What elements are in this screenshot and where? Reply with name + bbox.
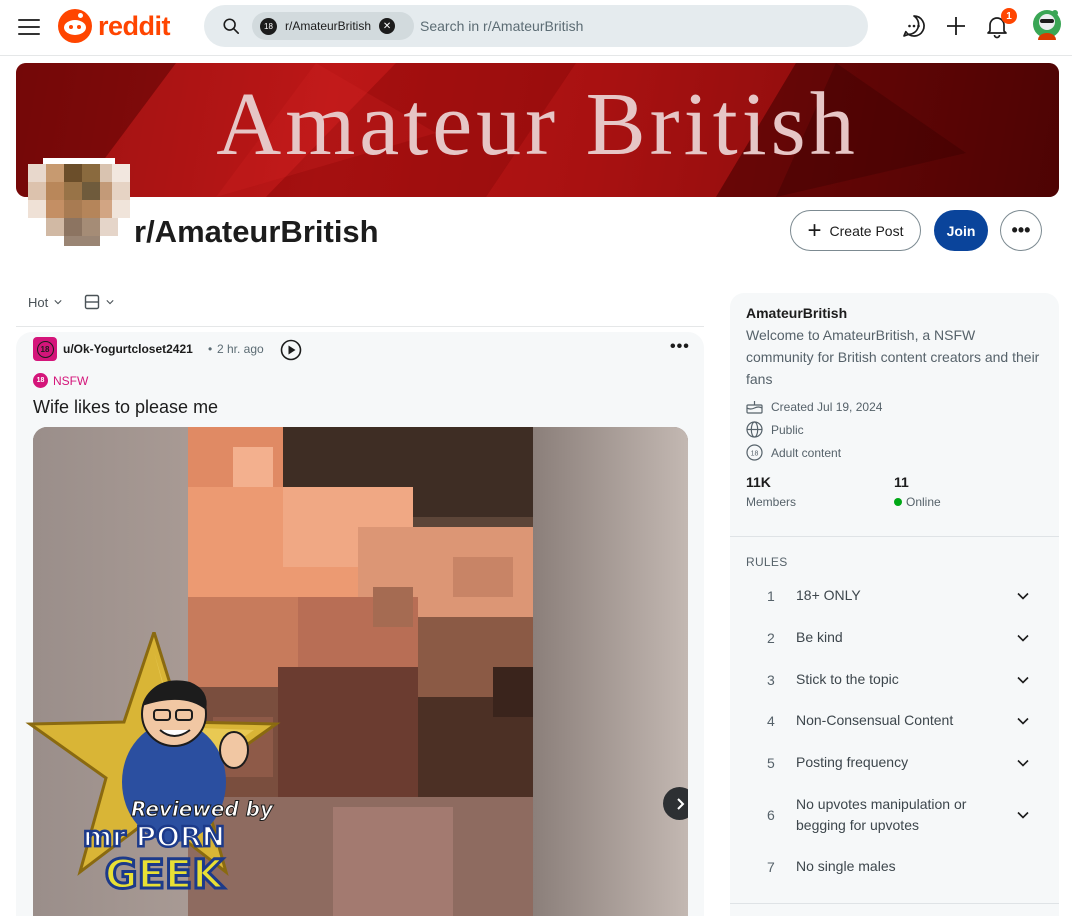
sort-label: Hot bbox=[28, 294, 49, 310]
divider bbox=[16, 326, 704, 327]
clear-scope-icon[interactable]: ✕ bbox=[379, 18, 396, 34]
user-avatar[interactable] bbox=[1032, 8, 1062, 42]
sort-dropdown[interactable]: Hot bbox=[28, 295, 62, 310]
members-label: Members bbox=[746, 495, 797, 509]
post-title[interactable]: Wife likes to please me bbox=[33, 397, 218, 418]
content-type: 18 Adult content bbox=[746, 444, 841, 461]
nsfw-18-icon: 18 bbox=[746, 444, 763, 461]
top-navigation-bar: reddit 18 r/AmateurBritish ✕ 1 bbox=[0, 0, 1072, 56]
reddit-logo[interactable]: reddit bbox=[58, 8, 171, 44]
post-menu-button[interactable]: ••• bbox=[670, 338, 690, 356]
reviewer-watermark-logo: Reviewed by mr PORN GEEK bbox=[25, 632, 281, 900]
svg-text:GEEK: GEEK bbox=[105, 852, 225, 898]
create-plus-icon[interactable] bbox=[942, 12, 970, 40]
nsfw-tag: 18 NSFW bbox=[33, 373, 88, 388]
rule-item[interactable]: 5 Posting frequency bbox=[746, 752, 1046, 773]
online-status-icon bbox=[894, 498, 902, 506]
join-button[interactable]: Join bbox=[934, 210, 988, 251]
chevron-down-icon bbox=[54, 300, 62, 305]
subreddit-name: r/AmateurBritish bbox=[134, 214, 379, 249]
divider bbox=[730, 536, 1059, 537]
nsfw-18-icon: 18 bbox=[33, 373, 48, 388]
play-icon[interactable] bbox=[280, 339, 302, 361]
create-post-button[interactable]: + Create Post bbox=[790, 210, 921, 251]
feed-sort-bar: Hot bbox=[28, 290, 114, 314]
divider bbox=[730, 903, 1059, 904]
rules-heading: RULES bbox=[746, 555, 788, 569]
post-author[interactable]: u/Ok-Yogurtcloset2421 bbox=[63, 342, 193, 356]
separator: • bbox=[208, 342, 213, 356]
create-post-label: Create Post bbox=[829, 222, 904, 239]
svg-text:mr PORN: mr PORN bbox=[83, 820, 225, 853]
cake-icon bbox=[746, 401, 763, 414]
svg-text:Reviewed by: Reviewed by bbox=[131, 797, 274, 821]
members-count: 11K bbox=[746, 474, 771, 490]
more-options-button[interactable]: ••• bbox=[1000, 210, 1042, 251]
chevron-down-icon bbox=[106, 300, 114, 305]
search-input[interactable] bbox=[420, 16, 840, 36]
community-sidebar: AmateurBritish Welcome to AmateurBritish… bbox=[730, 293, 1059, 916]
search-scope-label: r/AmateurBritish bbox=[285, 19, 372, 33]
chevron-right-icon bbox=[676, 797, 684, 810]
subreddit-banner: Amateur British bbox=[16, 63, 1059, 197]
rule-item[interactable]: 3 Stick to the topic bbox=[746, 669, 1046, 690]
community-name: AmateurBritish bbox=[746, 305, 848, 321]
online-label: Online bbox=[894, 495, 941, 509]
rule-item[interactable]: 4 Non-Consensual Content bbox=[746, 710, 1046, 731]
svg-text:18: 18 bbox=[751, 451, 759, 458]
created-date: Created Jul 19, 2024 bbox=[746, 399, 882, 414]
chevron-down-icon bbox=[1017, 634, 1029, 642]
banner-title: Amateur British bbox=[216, 75, 859, 174]
next-image-button[interactable] bbox=[663, 787, 688, 820]
rule-item[interactable]: 6 No upvotes manipulation or begging for … bbox=[746, 794, 1046, 836]
reddit-snoo-icon bbox=[58, 9, 92, 43]
search-scope-chip[interactable]: 18 r/AmateurBritish ✕ bbox=[252, 12, 414, 40]
online-count: 11 bbox=[894, 474, 909, 490]
chevron-down-icon bbox=[1017, 676, 1029, 684]
post-time: 2 hr. ago bbox=[217, 342, 264, 356]
visibility: Public bbox=[746, 421, 804, 438]
subreddit-avatar bbox=[28, 158, 130, 246]
plus-icon: + bbox=[807, 216, 822, 244]
logo-text: reddit bbox=[98, 10, 171, 41]
nsfw-label: NSFW bbox=[53, 373, 89, 388]
chevron-down-icon bbox=[1017, 592, 1029, 600]
search-bar[interactable]: 18 r/AmateurBritish ✕ bbox=[204, 5, 868, 47]
nsfw-18-icon: 18 bbox=[260, 17, 277, 35]
chevron-down-icon bbox=[1017, 759, 1029, 767]
notification-count-badge: 1 bbox=[1001, 8, 1017, 24]
rule-item[interactable]: 1 18+ ONLY bbox=[746, 585, 1046, 606]
rule-item[interactable]: 7 No single males bbox=[746, 856, 1046, 877]
search-icon bbox=[223, 18, 240, 35]
card-view-icon bbox=[85, 294, 100, 310]
community-description: Welcome to AmateurBritish, a NSFW commun… bbox=[746, 327, 1040, 387]
menu-icon[interactable] bbox=[18, 16, 40, 36]
rule-item[interactable]: 2 Be kind bbox=[746, 627, 1046, 648]
chevron-down-icon bbox=[1017, 811, 1029, 819]
chevron-down-icon bbox=[1017, 717, 1029, 725]
author-avatar[interactable]: 18 bbox=[33, 337, 57, 361]
chat-icon[interactable] bbox=[900, 12, 928, 40]
view-toggle[interactable] bbox=[84, 294, 114, 310]
globe-icon bbox=[746, 421, 763, 438]
